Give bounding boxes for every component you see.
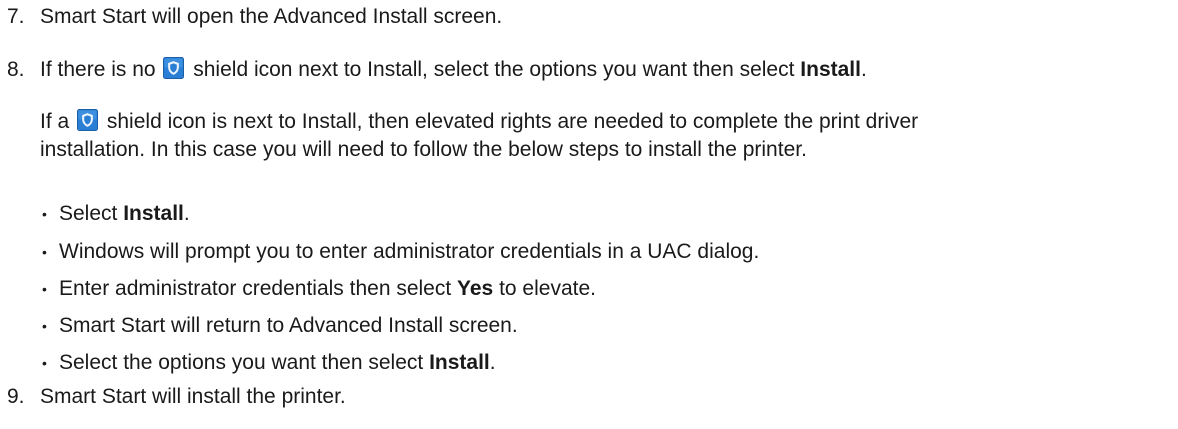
step-text-end: . [860,58,867,81]
step-number: 8. [7,58,25,81]
bullet-text: Smart Start will return to Advanced Inst… [59,313,518,339]
bullet-post: . [489,351,496,374]
bullet-bold: Yes [457,277,494,300]
step-text: Smart Start will install the printer. [40,385,346,408]
bullet-marker: • [42,206,47,222]
note-text: If a shield icon is next to Install, the… [40,109,918,135]
bullet-pre: Select [59,202,124,225]
bullet-pre: Enter administrator credentials then sel… [59,277,458,300]
bullet-bold: Install [123,202,184,225]
bullet-bold: Install [429,351,490,374]
bullet-marker: • [42,355,47,371]
note-pre: If a [40,110,70,133]
step-text-pre: If there is no [40,58,156,81]
bullet-pre: Select the options you want then select [59,351,430,374]
step-text-post: shield icon next to Install, select the … [193,58,795,81]
bullet-marker: • [42,281,47,297]
bullet-text: Select the options you want then select … [59,350,496,376]
bullet-post: to elevate. [493,277,596,300]
install-keyword: Install [800,58,861,81]
bullet-marker: • [42,244,47,260]
shield-icon [163,57,185,79]
bullet-post: . [183,202,190,225]
step-text: If there is no shield icon next to Insta… [40,57,867,83]
bullet-text: Enter administrator credentials then sel… [59,276,596,302]
bullet-text: Select Install. [59,201,190,227]
shield-icon [77,109,99,131]
bullet-pre: Smart Start will return to Advanced Inst… [59,314,518,337]
bullet-pre: Windows will prompt you to enter adminis… [59,240,760,263]
step-number: 9. [7,385,25,408]
step-number: 7. [7,5,25,28]
bullet-text: Windows will prompt you to enter adminis… [59,239,759,265]
note-text-2: installation. In this case you will need… [40,138,807,161]
bullet-marker: • [42,318,47,334]
note-post: shield icon is next to Install, then ele… [106,110,919,133]
step-text: Smart Start will open the Advanced Insta… [40,5,503,28]
